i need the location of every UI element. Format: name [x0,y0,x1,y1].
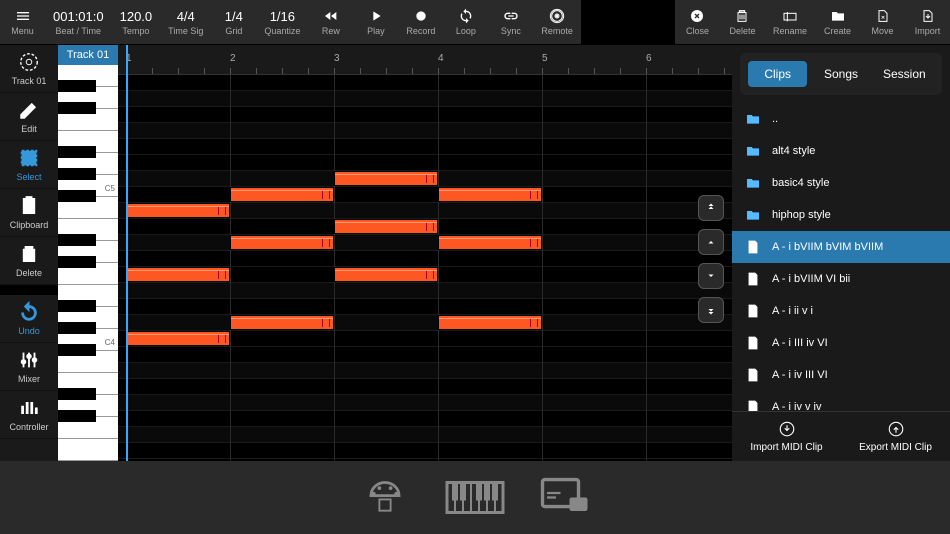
scroll-bottom-button[interactable] [698,297,724,323]
footer-toolbar [0,461,950,534]
timeline-ruler[interactable]: 123456 [118,45,732,75]
playhead[interactable] [126,45,128,461]
edit-tool[interactable]: Edit [0,93,58,141]
left-sidebar: Track 01 Edit Select Clipboard Delete Un… [0,45,58,461]
import-midi-button[interactable]: Import MIDI Clip [732,412,841,461]
ruler-beat: 2 [230,45,236,64]
midi-note[interactable] [438,187,542,202]
scroll-down-button[interactable] [698,263,724,289]
rewind-button[interactable]: Rew [308,0,353,44]
midi-note[interactable] [438,315,542,330]
create-button[interactable]: Create [815,0,860,44]
piano-key-black[interactable] [58,146,96,158]
clip-item[interactable]: alt4 style [732,135,950,167]
track-header[interactable]: Track 01 [58,45,118,65]
piano-key-black[interactable] [58,80,96,92]
midi-note[interactable] [334,219,438,234]
undo-button[interactable]: Undo [0,295,58,343]
browser-panel: Clips Songs Session .. alt4 style basic4… [732,45,950,461]
wheel-icon[interactable] [355,475,415,520]
midi-note[interactable] [438,235,542,250]
delete-top-button[interactable]: Delete [720,0,765,44]
piano-key[interactable] [58,439,118,461]
record-button[interactable]: Record [398,0,443,44]
play-button[interactable]: Play [353,0,398,44]
grid-display[interactable]: 1/4Grid [211,0,256,44]
ruler-beat: 5 [542,45,548,64]
ruler-beat: 3 [334,45,340,64]
clip-item[interactable]: A - i ii v i [732,295,950,327]
midi-note[interactable] [334,267,438,282]
beat-time-display[interactable]: 001:01:0Beat / Time [45,0,112,44]
clip-name: hiphop style [772,209,831,221]
rename-button[interactable]: Rename [765,0,815,44]
clip-item[interactable]: .. [732,103,950,135]
clip-name: A - i ii v i [772,305,813,317]
midi-note[interactable] [230,315,334,330]
controller-button[interactable]: Controller [0,391,58,439]
sync-button[interactable]: Sync [488,0,533,44]
close-button[interactable]: Close [675,0,720,44]
piano-key-black[interactable] [58,102,96,114]
top-toolbar: Menu 001:01:0Beat / Time 120.0Tempo 4/4T… [0,0,950,45]
midi-note[interactable] [126,331,230,346]
mixer-button[interactable]: Mixer [0,343,58,391]
midi-note[interactable] [230,235,334,250]
clip-item[interactable]: A - i iv III VI [732,359,950,391]
clip-name: A - i iv v iv [772,401,822,411]
import-button[interactable]: Import [905,0,950,44]
select-tool[interactable]: Select [0,141,58,189]
remote-button[interactable]: Remote [533,0,581,44]
clip-item[interactable]: A - i iv v iv [732,391,950,411]
clip-name: A - i iv III VI [772,369,828,381]
clip-name: A - i bVIIM VI bii [772,273,850,285]
scroll-up-button[interactable] [698,229,724,255]
tab-session[interactable]: Session [875,61,934,87]
midi-note[interactable] [126,203,230,218]
ruler-beat: 4 [438,45,444,64]
midi-note[interactable] [230,187,334,202]
clipboard-tool[interactable]: Clipboard [0,189,58,237]
piano-key-black[interactable] [58,190,96,202]
piano-key-black[interactable] [58,344,96,356]
scroll-top-button[interactable] [698,195,724,221]
delete-tool[interactable]: Delete [0,237,58,285]
clip-name: A - i III iv VI [772,337,828,349]
clip-name: basic4 style [772,177,829,189]
midi-note[interactable] [334,171,438,186]
screen-icon[interactable] [535,475,595,520]
piano-key-black[interactable] [58,168,96,180]
midi-note[interactable] [126,267,230,282]
clip-name: alt4 style [772,145,815,157]
timesig-display[interactable]: 4/4Time Sig [160,0,211,44]
quantize-display[interactable]: 1/16Quantize [256,0,308,44]
clip-name: A - i bVIIM bVIM bVIIM [772,241,883,253]
piano-key-black[interactable] [58,410,96,422]
piano-roll-keys: Track 01 C5C4 [58,45,118,461]
keyboard-icon[interactable] [445,475,505,520]
clip-item[interactable]: A - i bVIIM VI bii [732,263,950,295]
piano-key-black[interactable] [58,322,96,334]
tab-clips[interactable]: Clips [748,61,807,87]
piano-key-black[interactable] [58,234,96,246]
clip-item[interactable]: basic4 style [732,167,950,199]
piano-key-black[interactable] [58,388,96,400]
note-editor[interactable]: 123456 [118,45,732,461]
piano-key-black[interactable] [58,300,96,312]
tempo-display[interactable]: 120.0Tempo [112,0,161,44]
move-button[interactable]: Move [860,0,905,44]
loop-button[interactable]: Loop [443,0,488,44]
export-midi-button[interactable]: Export MIDI Clip [841,412,950,461]
tab-songs[interactable]: Songs [811,61,870,87]
piano-key-black[interactable] [58,256,96,268]
track-selector[interactable]: Track 01 [0,45,58,93]
menu-button[interactable]: Menu [0,0,45,44]
clip-item[interactable]: A - i III iv VI [732,327,950,359]
clip-name: .. [772,113,778,125]
ruler-beat: 6 [646,45,652,64]
clip-item[interactable]: A - i bVIIM bVIM bVIIM [732,231,950,263]
clip-item[interactable]: hiphop style [732,199,950,231]
